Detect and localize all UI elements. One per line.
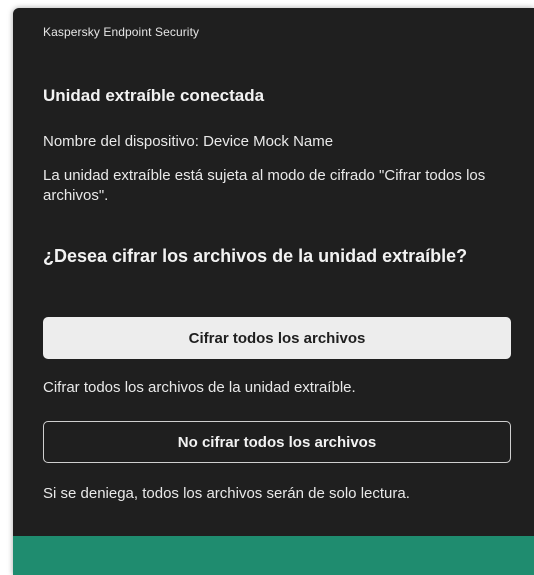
- encryption-mode-text: La unidad extraíble está sujeta al modo …: [43, 167, 486, 204]
- notification-heading: Unidad extraíble conectada: [43, 86, 265, 105]
- no-encrypt-button[interactable]: No cifrar todos los archivos: [43, 421, 511, 463]
- encrypt-all-button[interactable]: Cifrar todos los archivos: [43, 317, 511, 359]
- encrypt-all-description: Cifrar todos los archivos de la unidad e…: [43, 379, 356, 396]
- device-name-text: Nombre del dispositivo: Device Mock Name: [43, 133, 334, 150]
- notification-window: Kaspersky Endpoint Security Unidad extra…: [13, 8, 534, 575]
- no-encrypt-description: Si se deniega, todos los archivos serán …: [43, 485, 410, 502]
- accent-footer-bar: [13, 536, 534, 575]
- encrypt-all-button-label: Cifrar todos los archivos: [188, 329, 366, 347]
- encrypt-question: ¿Desea cifrar los archivos de la unidad …: [43, 246, 468, 266]
- no-encrypt-button-label: No cifrar todos los archivos: [177, 433, 377, 451]
- app-title: Kaspersky Endpoint Security: [43, 25, 200, 39]
